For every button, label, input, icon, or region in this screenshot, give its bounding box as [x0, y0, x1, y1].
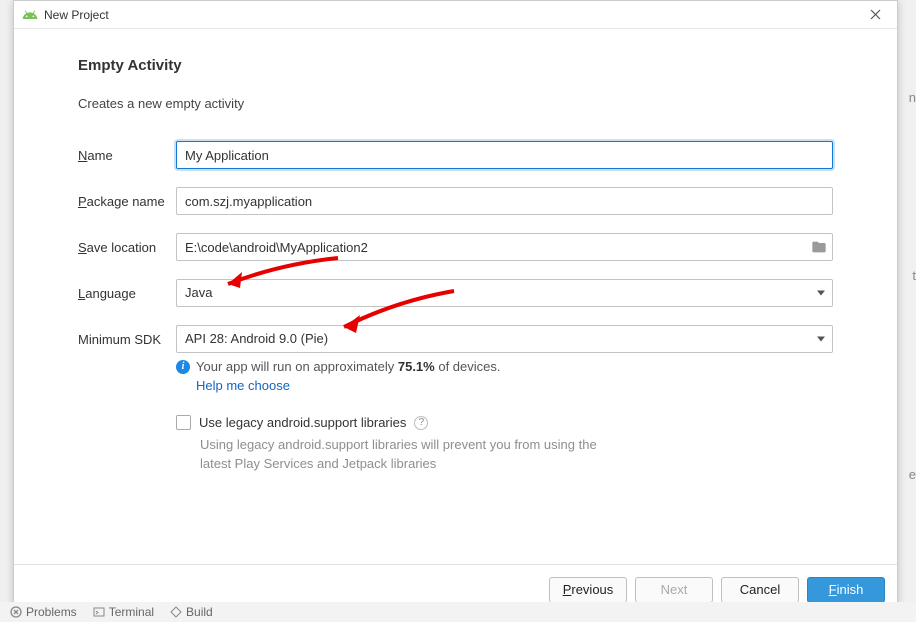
- finish-button[interactable]: Finish: [807, 577, 885, 603]
- status-problems[interactable]: Problems: [10, 605, 77, 619]
- legacy-checkbox-row: Use legacy android.support libraries ?: [176, 415, 833, 430]
- previous-button[interactable]: Previous: [549, 577, 627, 603]
- page-title: Empty Activity: [78, 57, 833, 74]
- status-build[interactable]: Build: [170, 605, 213, 619]
- close-button[interactable]: [861, 1, 889, 29]
- background-fragment: t: [912, 268, 916, 283]
- location-label: Save location: [78, 240, 176, 255]
- minimum-sdk-select[interactable]: API 28: Android 9.0 (Pie): [176, 325, 833, 353]
- build-icon: [170, 606, 182, 618]
- language-row: Language Java: [78, 279, 833, 307]
- page-description: Creates a new empty activity: [78, 96, 833, 111]
- name-input[interactable]: [176, 141, 833, 169]
- terminal-icon: [93, 606, 105, 618]
- package-row: Package name: [78, 187, 833, 215]
- name-label: Name: [78, 148, 176, 163]
- legacy-libraries-checkbox[interactable]: [176, 415, 191, 430]
- info-icon: i: [176, 360, 190, 374]
- background-fragment: n: [909, 90, 916, 105]
- language-select[interactable]: Java: [176, 279, 833, 307]
- minsdk-row: Minimum SDK API 28: Android 9.0 (Pie): [78, 325, 833, 353]
- window-title: New Project: [44, 8, 861, 22]
- location-row: Save location: [78, 233, 833, 261]
- close-icon: [870, 9, 881, 20]
- legacy-hint-text: Using legacy android.support libraries w…: [200, 436, 620, 474]
- dialog-content: Empty Activity Creates a new empty activ…: [14, 29, 897, 564]
- new-project-dialog: New Project Empty Activity Creates a new…: [13, 0, 898, 615]
- legacy-checkbox-label: Use legacy android.support libraries: [199, 415, 406, 430]
- coverage-text: Your app will run on approximately 75.1%…: [196, 359, 501, 374]
- android-icon: [22, 7, 38, 23]
- location-input[interactable]: [176, 233, 833, 261]
- folder-browse-icon[interactable]: [811, 239, 827, 255]
- ide-status-bar: Problems Terminal Build: [0, 602, 916, 622]
- help-icon[interactable]: ?: [414, 416, 428, 430]
- package-label: Package name: [78, 194, 176, 209]
- device-coverage-info: i Your app will run on approximately 75.…: [176, 359, 833, 393]
- cancel-button[interactable]: Cancel: [721, 577, 799, 603]
- name-row: Name: [78, 141, 833, 169]
- title-bar: New Project: [14, 1, 897, 29]
- minsdk-label: Minimum SDK: [78, 332, 176, 347]
- background-fragment: e: [909, 467, 916, 482]
- language-label: Language: [78, 286, 176, 301]
- package-input[interactable]: [176, 187, 833, 215]
- next-button[interactable]: Next: [635, 577, 713, 603]
- problems-icon: [10, 606, 22, 618]
- help-me-choose-link[interactable]: Help me choose: [196, 378, 833, 393]
- status-terminal[interactable]: Terminal: [93, 605, 154, 619]
